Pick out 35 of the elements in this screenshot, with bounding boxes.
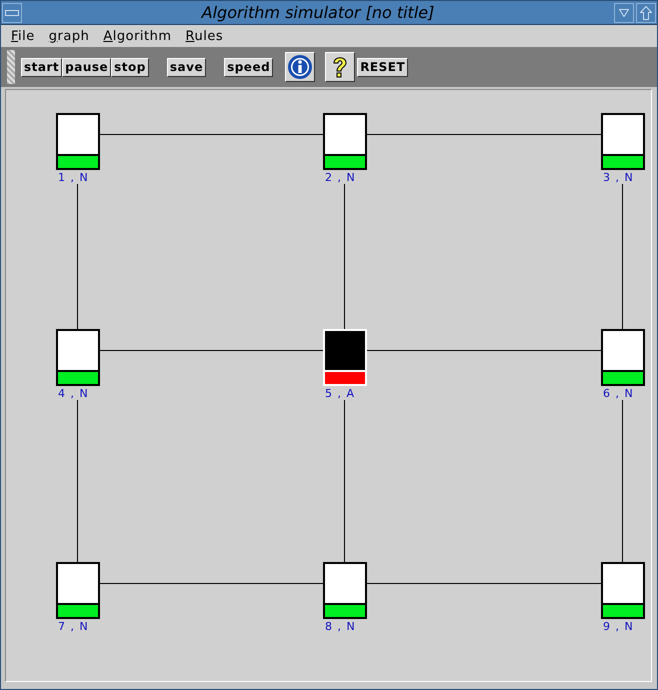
maximize-icon[interactable] bbox=[636, 2, 656, 22]
toolbar-button[interactable]: speed bbox=[224, 58, 274, 76]
help-button[interactable] bbox=[325, 52, 356, 82]
toolbar-button[interactable]: save bbox=[166, 58, 206, 76]
node-label: 5 , A bbox=[325, 387, 356, 400]
info-icon bbox=[287, 54, 314, 80]
node-label: 2 , N bbox=[325, 171, 356, 184]
graph-node[interactable] bbox=[323, 113, 367, 170]
graph-node[interactable] bbox=[56, 329, 100, 386]
toolbar-button[interactable]: start bbox=[21, 58, 62, 76]
menu-item[interactable]: graph bbox=[48, 28, 90, 44]
info-button[interactable] bbox=[285, 52, 316, 82]
window-menu-icon[interactable] bbox=[2, 2, 22, 22]
toolbar-button[interactable]: stop bbox=[111, 58, 149, 76]
graph-node[interactable] bbox=[601, 329, 645, 386]
menu-item[interactable]: Algorithm bbox=[103, 28, 172, 44]
toolbar-grip[interactable] bbox=[7, 50, 15, 84]
toolbar-button[interactable]: pause bbox=[62, 58, 112, 76]
graph-node[interactable] bbox=[56, 562, 100, 619]
menu-item[interactable]: Rules bbox=[186, 28, 224, 44]
node-label: 6 , N bbox=[603, 387, 634, 400]
graph-node[interactable] bbox=[323, 562, 367, 619]
node-label: 1 , N bbox=[58, 171, 89, 184]
minimize-icon[interactable] bbox=[614, 2, 634, 22]
graph-node[interactable] bbox=[56, 113, 100, 170]
graph-node[interactable] bbox=[601, 113, 645, 170]
node-label: 9 , N bbox=[603, 620, 634, 633]
node-label: 3 , N bbox=[603, 171, 634, 184]
window-title: Algorithm simulator [no title] bbox=[200, 3, 436, 22]
graph-node[interactable] bbox=[601, 562, 645, 619]
node-label: 4 , N bbox=[58, 387, 89, 400]
node-label: 8 , N bbox=[325, 620, 356, 633]
node-label: 7 , N bbox=[58, 620, 89, 633]
toolbar-button[interactable]: RESET bbox=[357, 58, 408, 76]
menu-item[interactable]: File bbox=[11, 28, 35, 44]
